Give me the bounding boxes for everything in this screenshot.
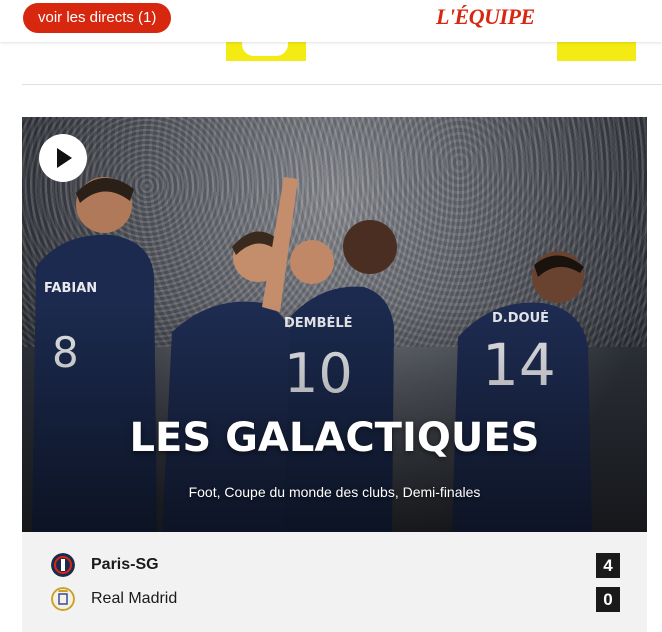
ad-banner-left[interactable] — [226, 42, 306, 61]
ad-banner-right[interactable] — [557, 42, 636, 61]
live-matches-button[interactable]: voir les directs (1) — [23, 3, 172, 33]
team-name-away: Real Madrid — [91, 590, 178, 607]
play-video-button[interactable] — [39, 134, 87, 182]
lequipe-logo[interactable]: L'ÉQUIPE — [436, 4, 535, 30]
score-away: 0 — [596, 587, 620, 612]
article-subline: Foot, Coupe du monde des clubs, Demi-fin… — [188, 484, 481, 500]
play-icon — [57, 148, 72, 168]
image-gradient-overlay — [22, 117, 647, 532]
section-divider — [22, 84, 662, 85]
hero-image[interactable]: 8 FABIAN 10 DEMBÉLÉ 14 D.DOUÉ LES GALACT… — [22, 117, 647, 532]
team-row-home[interactable]: Paris-SG 4 — [22, 548, 647, 582]
top-bar: voir les directs (1) L'ÉQUIPE — [0, 0, 662, 42]
team-name-home: Paris-SG — [91, 556, 159, 573]
match-card[interactable]: 8 FABIAN 10 DEMBÉLÉ 14 D.DOUÉ LES GALACT… — [22, 117, 647, 632]
team-row-away[interactable]: Real Madrid 0 — [22, 582, 647, 616]
article-headline[interactable]: LES GALACTIQUES — [22, 415, 647, 461]
real-madrid-crest-icon — [51, 587, 75, 611]
psg-crest-icon — [51, 553, 75, 577]
score-home: 4 — [596, 553, 620, 578]
